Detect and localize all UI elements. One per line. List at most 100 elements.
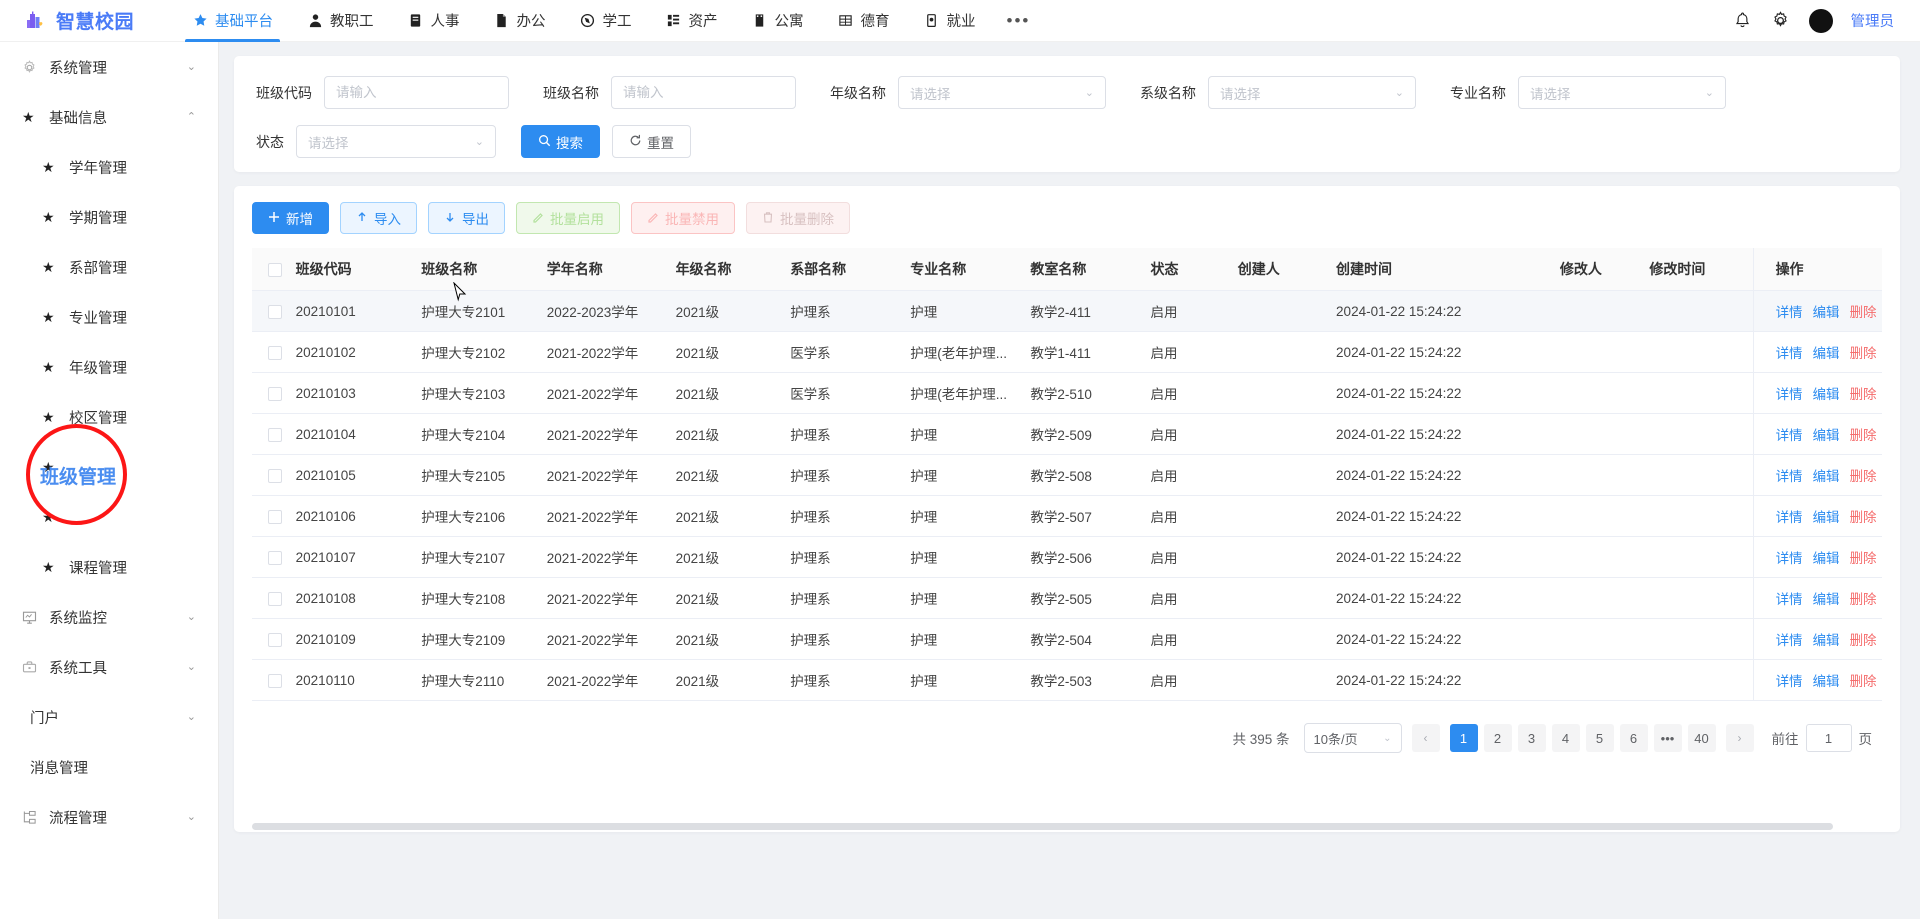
- detail-link[interactable]: 详情: [1776, 633, 1803, 648]
- row-checkbox[interactable]: [268, 510, 282, 524]
- edit-link[interactable]: 编辑: [1813, 674, 1840, 689]
- nav-tab-zichan[interactable]: 资产: [649, 0, 735, 42]
- detail-link[interactable]: 详情: [1776, 305, 1803, 320]
- add-button[interactable]: 新增: [252, 202, 329, 234]
- detail-link[interactable]: 详情: [1776, 551, 1803, 566]
- table-row[interactable]: 20210101护理大专21012022-2023学年2021级护理系护理教学2…: [252, 291, 1882, 332]
- scrollbar-thumb[interactable]: [252, 823, 1833, 830]
- page-button-4[interactable]: 4: [1552, 724, 1580, 752]
- page-button-5[interactable]: 5: [1586, 724, 1614, 752]
- col-class-name[interactable]: 班级名称: [421, 248, 547, 291]
- dept-name-select[interactable]: 请选择 ⌄: [1208, 76, 1416, 109]
- col-modified-time[interactable]: 修改时间: [1649, 248, 1753, 291]
- page-ellipsis[interactable]: •••: [1654, 724, 1682, 752]
- page-button-40[interactable]: 40: [1688, 724, 1716, 752]
- prev-page-button[interactable]: ‹: [1412, 724, 1440, 752]
- table-row[interactable]: 20210110护理大专21102021-2022学年2021级护理系护理教学2…: [252, 660, 1882, 701]
- major-name-select[interactable]: 请选择 ⌄: [1518, 76, 1726, 109]
- col-dept-name[interactable]: 系部名称: [790, 248, 910, 291]
- nav-tab-xuegong[interactable]: 学工: [563, 0, 649, 42]
- edit-link[interactable]: 编辑: [1813, 428, 1840, 443]
- sidebar-item-system-management[interactable]: 系统管理 ⌄: [0, 42, 218, 92]
- detail-link[interactable]: 详情: [1776, 469, 1803, 484]
- delete-link[interactable]: 删除: [1850, 592, 1877, 607]
- table-row[interactable]: 20210103护理大专21032021-2022学年2021级医学系护理(老年…: [252, 373, 1882, 414]
- delete-link[interactable]: 删除: [1850, 305, 1877, 320]
- row-checkbox[interactable]: [268, 551, 282, 565]
- table-row[interactable]: 20210102护理大专21022021-2022学年2021级医学系护理(老年…: [252, 332, 1882, 373]
- export-button[interactable]: 导出: [428, 202, 505, 234]
- row-checkbox[interactable]: [268, 305, 282, 319]
- edit-link[interactable]: 编辑: [1813, 305, 1840, 320]
- bell-icon[interactable]: [1733, 11, 1753, 31]
- import-button[interactable]: 导入: [340, 202, 417, 234]
- jump-page-input[interactable]: [1806, 724, 1852, 752]
- sidebar-item-department[interactable]: ★ 系部管理: [0, 242, 218, 292]
- search-button[interactable]: 搜索: [521, 125, 600, 158]
- row-checkbox[interactable]: [268, 674, 282, 688]
- row-checkbox[interactable]: [268, 592, 282, 606]
- sidebar-item-portal[interactable]: 门户 ⌄: [0, 692, 218, 742]
- sidebar-item-semester[interactable]: ★ 学期管理: [0, 192, 218, 242]
- sidebar-item-classroom-management[interactable]: ★ 教室管理: [0, 492, 218, 542]
- sidebar-item-major[interactable]: ★ 专业管理: [0, 292, 218, 342]
- sidebar-item-grade[interactable]: ★ 年级管理: [0, 342, 218, 392]
- table-row[interactable]: 20210109护理大专21092021-2022学年2021级护理系护理教学2…: [252, 619, 1882, 660]
- batch-disable-button[interactable]: 批量禁用: [631, 202, 735, 234]
- sidebar-item-basic-info[interactable]: ★ 基础信息 ⌃: [0, 92, 218, 142]
- edit-link[interactable]: 编辑: [1813, 346, 1840, 361]
- avatar[interactable]: [1809, 9, 1833, 33]
- edit-link[interactable]: 编辑: [1813, 592, 1840, 607]
- row-checkbox[interactable]: [268, 428, 282, 442]
- col-classroom-name[interactable]: 教室名称: [1030, 248, 1150, 291]
- nav-tab-jiuye[interactable]: 就业: [907, 0, 993, 42]
- gear-icon[interactable]: [1771, 11, 1791, 31]
- nav-tab-jiaozhigong[interactable]: 教职工: [290, 0, 391, 42]
- row-checkbox[interactable]: [268, 346, 282, 360]
- detail-link[interactable]: 详情: [1776, 674, 1803, 689]
- batch-enable-button[interactable]: 批量启用: [516, 202, 620, 234]
- horizontal-scrollbar[interactable]: [252, 823, 1882, 830]
- nav-tab-jichupingtai[interactable]: 基础平台: [175, 0, 290, 42]
- class-code-input[interactable]: [324, 76, 509, 109]
- table-row[interactable]: 20210107护理大专21072021-2022学年2021级护理系护理教学2…: [252, 537, 1882, 578]
- col-class-code[interactable]: 班级代码: [296, 248, 422, 291]
- row-checkbox[interactable]: [268, 387, 282, 401]
- nav-tab-deyu[interactable]: 德育: [821, 0, 907, 42]
- table-row[interactable]: 20210104护理大专21042021-2022学年2021级护理系护理教学2…: [252, 414, 1882, 455]
- username-label[interactable]: 管理员: [1851, 10, 1895, 31]
- next-page-button[interactable]: ›: [1726, 724, 1754, 752]
- nav-more-button[interactable]: •••: [993, 0, 1045, 42]
- row-checkbox[interactable]: [268, 469, 282, 483]
- sidebar-item-message-management[interactable]: 消息管理: [0, 742, 218, 792]
- detail-link[interactable]: 详情: [1776, 346, 1803, 361]
- sidebar-item-course-management[interactable]: ★ 课程管理: [0, 542, 218, 592]
- col-modifier[interactable]: 修改人: [1560, 248, 1650, 291]
- sidebar-item-process-management[interactable]: 流程管理 ⌄: [0, 792, 218, 842]
- detail-link[interactable]: 详情: [1776, 428, 1803, 443]
- page-button-2[interactable]: 2: [1484, 724, 1512, 752]
- col-status[interactable]: 状态: [1150, 248, 1237, 291]
- nav-tab-renshi[interactable]: 人事: [391, 0, 477, 42]
- delete-link[interactable]: 删除: [1850, 469, 1877, 484]
- delete-link[interactable]: 删除: [1850, 428, 1877, 443]
- col-creator[interactable]: 创建人: [1238, 248, 1336, 291]
- grade-name-select[interactable]: 请选择 ⌄: [898, 76, 1106, 109]
- table-row[interactable]: 20210105护理大专21052021-2022学年2021级护理系护理教学2…: [252, 455, 1882, 496]
- delete-link[interactable]: 删除: [1850, 510, 1877, 525]
- batch-delete-button[interactable]: 批量删除: [746, 202, 850, 234]
- class-name-input[interactable]: [611, 76, 796, 109]
- delete-link[interactable]: 删除: [1850, 387, 1877, 402]
- sidebar-item-academic-year[interactable]: ★ 学年管理: [0, 142, 218, 192]
- detail-link[interactable]: 详情: [1776, 510, 1803, 525]
- table-row[interactable]: 20210108护理大专21082021-2022学年2021级护理系护理教学2…: [252, 578, 1882, 619]
- sidebar-item-campus[interactable]: ★ 校区管理: [0, 392, 218, 442]
- col-grade-name[interactable]: 年级名称: [676, 248, 791, 291]
- sidebar-item-system-monitor[interactable]: 系统监控 ⌄: [0, 592, 218, 642]
- edit-link[interactable]: 编辑: [1813, 633, 1840, 648]
- nav-tab-bangong[interactable]: 办公: [477, 0, 563, 42]
- page-button-3[interactable]: 3: [1518, 724, 1546, 752]
- delete-link[interactable]: 删除: [1850, 633, 1877, 648]
- delete-link[interactable]: 删除: [1850, 674, 1877, 689]
- table-row[interactable]: 20210106护理大专21062021-2022学年2021级护理系护理教学2…: [252, 496, 1882, 537]
